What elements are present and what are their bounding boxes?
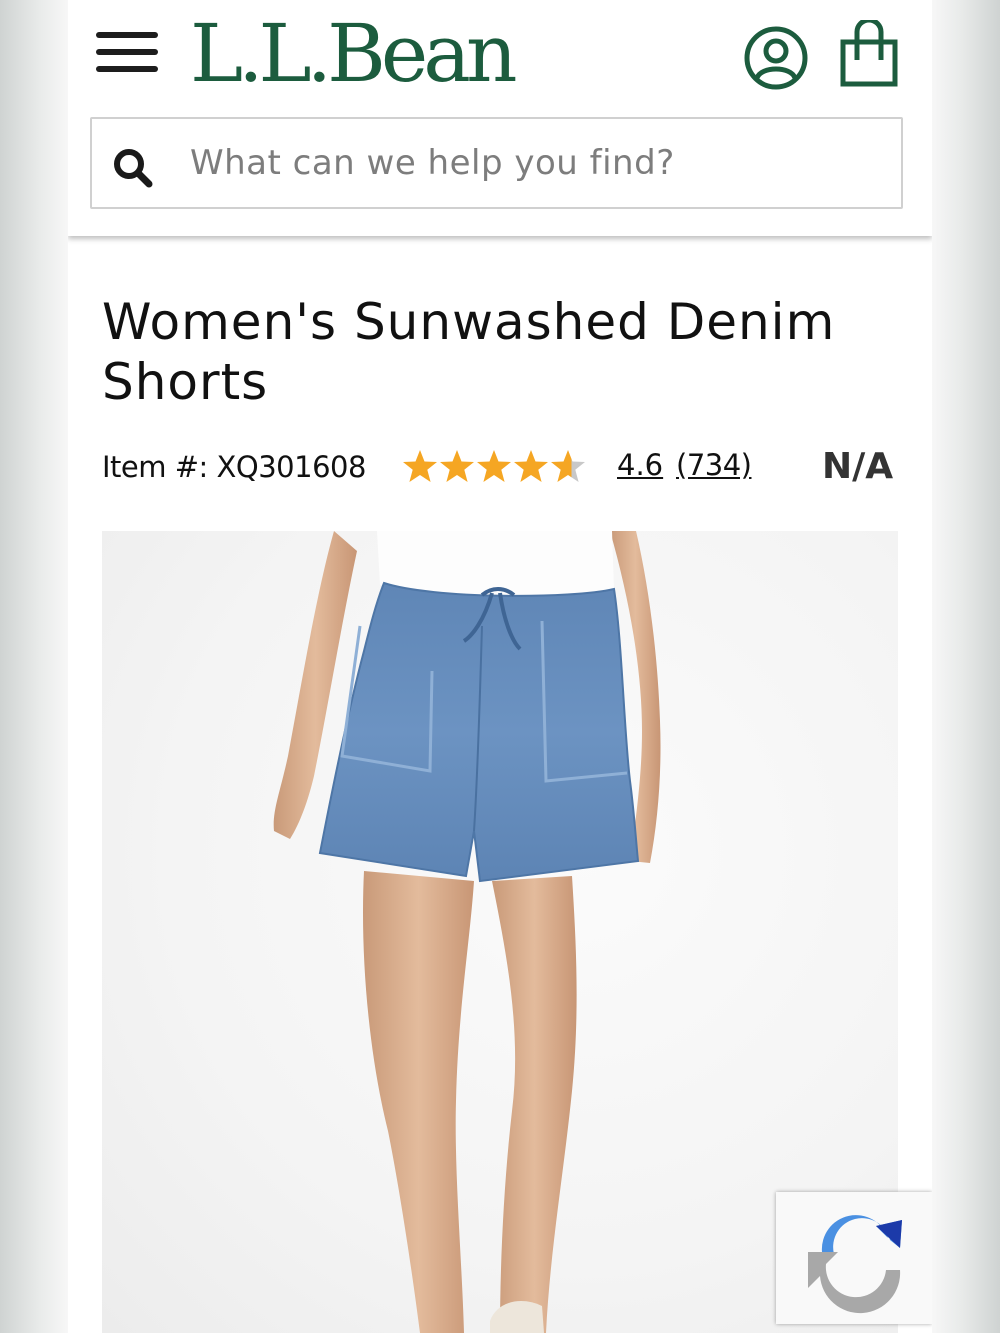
- recaptcha-badge[interactable]: [776, 1192, 932, 1324]
- hamburger-menu-icon[interactable]: [96, 32, 158, 78]
- shopping-bag-icon[interactable]: [838, 20, 900, 88]
- product-meta: Item #: XQ301608 4.6 (734) N/A: [102, 444, 902, 494]
- search-icon[interactable]: [112, 147, 154, 189]
- price: N/A: [822, 446, 894, 487]
- rating-value[interactable]: 4.6: [617, 448, 663, 482]
- page: L.L.Bean Women's Sunwashed Denim Shorts …: [68, 0, 932, 1333]
- search-bar[interactable]: [90, 117, 903, 209]
- item-number: Item #: XQ301608: [102, 450, 366, 484]
- site-header: L.L.Bean: [68, 0, 932, 236]
- account-icon[interactable]: [744, 26, 808, 90]
- search-input[interactable]: [190, 135, 880, 191]
- star-partial-icon: [551, 450, 585, 482]
- review-count-link[interactable]: (734): [676, 448, 752, 482]
- rating-stars[interactable]: [402, 446, 590, 486]
- star-icon: [477, 450, 511, 482]
- recaptcha-icon: [808, 1215, 902, 1314]
- product-title: Women's Sunwashed Denim Shorts: [102, 293, 836, 411]
- star-icon: [440, 450, 474, 482]
- brand-logo[interactable]: L.L.Bean: [190, 4, 517, 104]
- star-icon: [514, 450, 548, 482]
- star-icon: [403, 450, 437, 482]
